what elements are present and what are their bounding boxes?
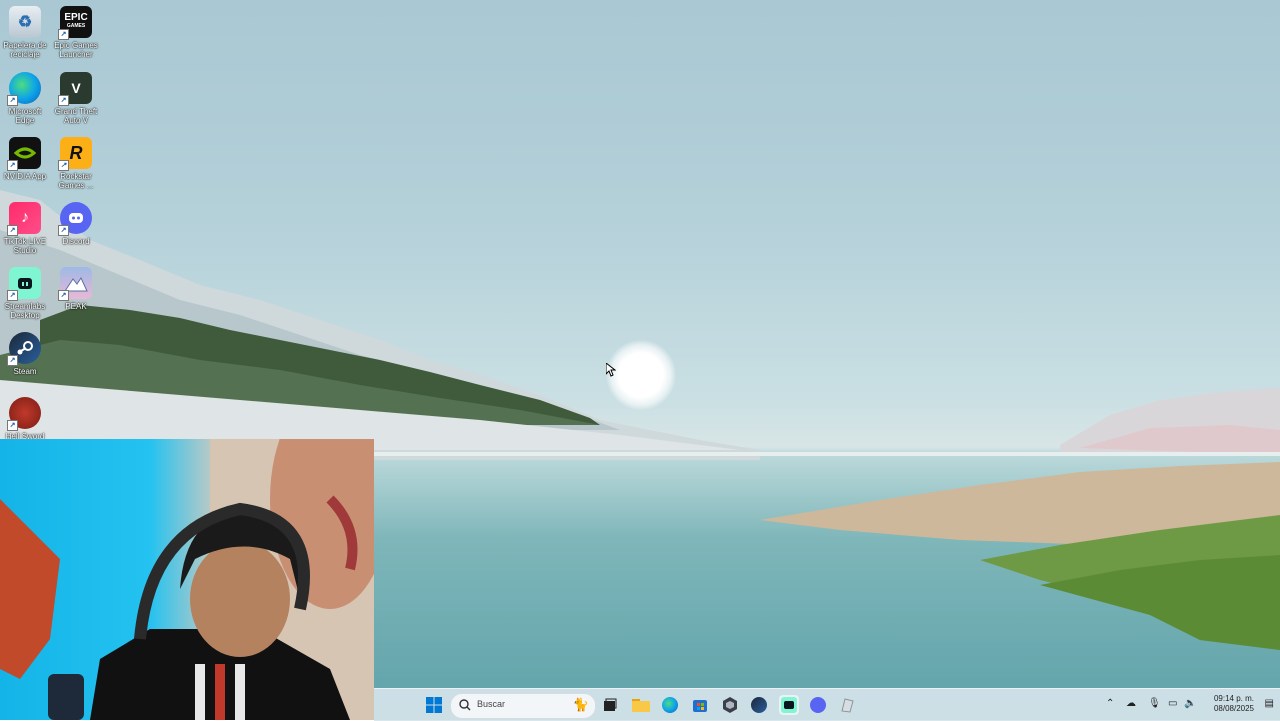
webcam-feed (0, 439, 374, 720)
shortcut-arrow-icon: ↗ (7, 290, 18, 301)
task-view-button[interactable] (600, 695, 620, 715)
desktop-icon-gta-v[interactable]: V ↗ Grand Theft Auto V (51, 72, 101, 125)
clock[interactable]: 09:14 p. m. 08/08/2025 (1214, 694, 1254, 714)
search-icon (459, 699, 471, 711)
peak-icon: ↗ (58, 267, 92, 301)
app-hexagon-button[interactable] (720, 695, 740, 715)
desktop-icon-recycle-bin[interactable]: ♻ Papelera de reciclaje (0, 6, 50, 59)
system-tray: ⌃ ☁ 🎙 ▭ 🔈 09:14 p. m. 08/08/2025 ▤ (1100, 689, 1280, 721)
discord-taskbar-button[interactable] (808, 695, 828, 715)
shortcut-arrow-icon: ↗ (7, 420, 18, 431)
desktop-icon-peak[interactable]: ↗ PEAK (51, 267, 101, 311)
recycle-bin-icon: ♻ (9, 6, 41, 38)
search-highlight-icon: 🐈 (572, 697, 589, 712)
generic-app-taskbar-button[interactable] (837, 695, 857, 715)
steam-taskbar-button[interactable] (749, 695, 769, 715)
volume-icon[interactable]: 🔈 (1184, 698, 1196, 709)
discord-icon: ↗ (58, 202, 92, 236)
store-button[interactable] (690, 695, 710, 715)
gta-icon: V ↗ (58, 72, 92, 106)
taskbar: Buscar 🐈 ⌃ ☁ 🎙 ▭ 🔈 09:14 p. m. 08/08/202… (374, 688, 1280, 721)
shortcut-arrow-icon: ↗ (58, 290, 69, 301)
streamlabs-icon: ↗ (7, 267, 41, 301)
search-placeholder: Buscar (477, 699, 506, 709)
shortcut-arrow-icon: ↗ (58, 225, 69, 236)
edge-icon (662, 697, 678, 713)
shortcut-arrow-icon: ↗ (7, 95, 18, 106)
desktop-icon-hell-sword[interactable]: ↗ Hell Sword (0, 397, 50, 441)
sun (606, 340, 676, 410)
steam-icon: ↗ (7, 332, 41, 366)
store-icon (693, 700, 707, 712)
webcam-overlay (0, 439, 374, 720)
hellsword-icon: ↗ (7, 397, 41, 431)
clock-time: 09:14 p. m. (1213, 694, 1254, 703)
edge-icon: ↗ (7, 72, 41, 106)
desktop-icon-discord[interactable]: ↗ Discord (51, 202, 101, 246)
network-icon[interactable]: ▭ (1168, 698, 1177, 709)
microphone-icon[interactable]: 🎙 (1148, 698, 1161, 709)
streamlabs-icon (781, 697, 797, 713)
taskbar-search-box[interactable]: Buscar 🐈 (450, 693, 596, 719)
epic-games-icon: EPIC GAMES ↗ (58, 6, 92, 40)
tiktok-icon: ♪ ↗ (7, 202, 41, 236)
shortcut-arrow-icon: ↗ (7, 160, 18, 171)
desktop-icon-microsoft-edge[interactable]: ↗ Microsoft Edge (0, 72, 50, 125)
mouse-cursor-icon (606, 363, 616, 377)
desktop-icon-epic-games[interactable]: EPIC GAMES ↗ Epic Games Launcher (51, 6, 101, 59)
steam-icon (751, 697, 767, 713)
nvidia-icon: ↗ (7, 137, 41, 171)
shortcut-arrow-icon: ↗ (58, 160, 69, 171)
app-hexagon-icon (723, 697, 737, 713)
chevron-up-icon[interactable]: ⌃ (1106, 698, 1114, 709)
rockstar-icon: R ↗ (58, 137, 92, 171)
shortcut-arrow-icon: ↗ (7, 225, 18, 236)
start-button[interactable] (424, 695, 444, 715)
desktop-icon-rockstar-games[interactable]: R ↗ Rockstar Games ... (51, 137, 101, 190)
streamlabs-taskbar-button[interactable] (779, 695, 799, 715)
task-view-icon (604, 698, 617, 711)
desktop-icon-nvidia-app[interactable]: ↗ NVIDIA App (0, 137, 50, 181)
generic-app-icon (841, 698, 854, 713)
discord-icon (810, 697, 826, 713)
onedrive-icon[interactable]: ☁ (1126, 698, 1136, 709)
edge-taskbar-button[interactable] (660, 695, 680, 715)
shortcut-arrow-icon: ↗ (7, 355, 18, 366)
shortcut-arrow-icon: ↗ (58, 29, 69, 40)
notification-icon[interactable]: ▤ (1265, 698, 1274, 709)
desktop-icon-streamlabs[interactable]: ↗ Streamlabs Desktop (0, 267, 50, 320)
shortcut-arrow-icon: ↗ (58, 95, 69, 106)
desktop-icon-tiktok-live-studio[interactable]: ♪ ↗ TikTok LIVE Studio (0, 202, 50, 255)
desktop-icon-steam[interactable]: ↗ Steam (0, 332, 50, 376)
windows-start-icon (426, 697, 442, 713)
clock-date: 08/08/2025 (1213, 704, 1254, 713)
file-explorer-icon (632, 699, 650, 712)
file-explorer-button[interactable] (631, 695, 651, 715)
